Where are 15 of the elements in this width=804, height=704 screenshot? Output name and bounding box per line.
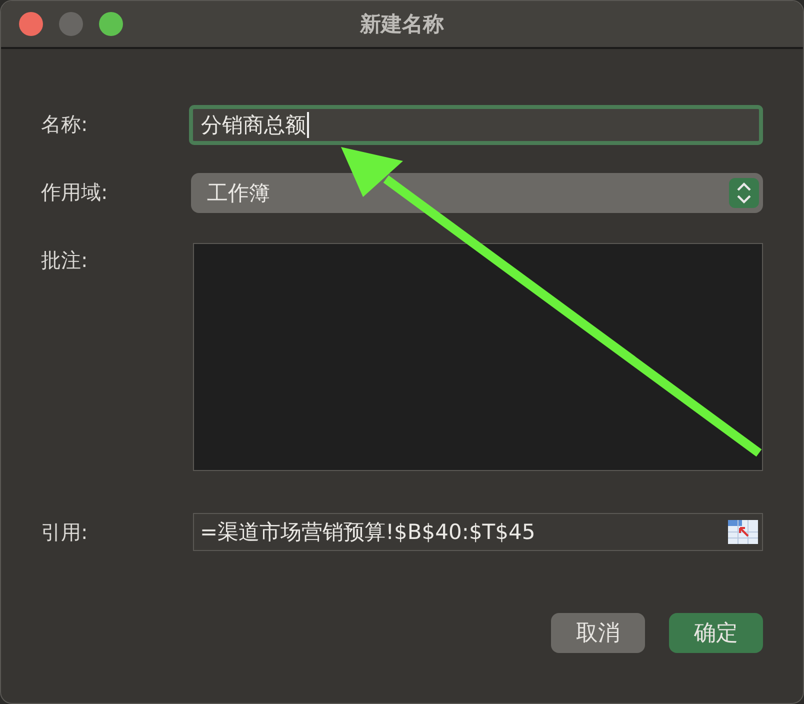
name-field[interactable]: 分销商总额 <box>189 105 763 145</box>
range-picker-icon[interactable] <box>728 520 758 544</box>
field-label: 引用: <box>41 519 89 546</box>
ok-button[interactable]: 确定 <box>669 613 763 653</box>
window-title: 新建名称 <box>360 11 444 38</box>
reference-field[interactable]: =渠道市场营销预算!$B$40:$T$45 <box>193 513 763 551</box>
comment-field[interactable] <box>193 243 763 471</box>
field-label: 名称: <box>41 111 89 138</box>
scope-dropdown[interactable]: 工作簿 <box>191 173 763 213</box>
zoom-button[interactable] <box>99 12 123 36</box>
close-button[interactable] <box>19 12 43 36</box>
chevron-updown-icon <box>729 178 759 208</box>
field-label: 批注: <box>41 247 89 274</box>
field-label: 作用域: <box>41 179 109 206</box>
cancel-button[interactable]: 取消 <box>551 613 645 653</box>
